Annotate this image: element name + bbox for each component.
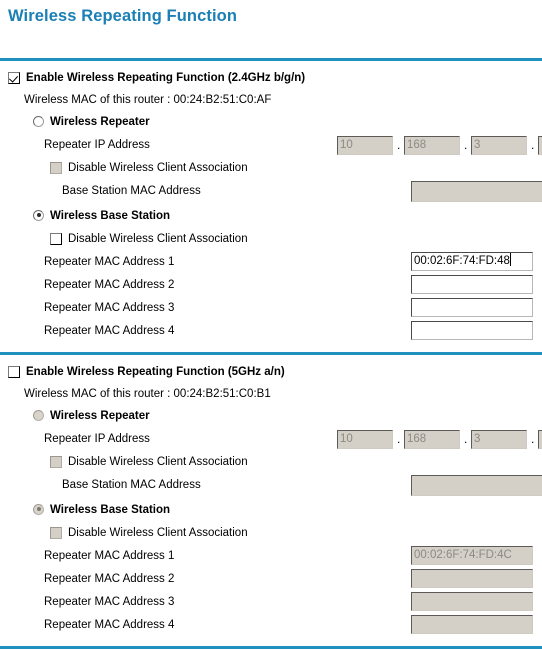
wireless-base-station-label-5ghz: Wireless Base Station <box>50 504 171 516</box>
enable-2-4ghz-checkbox[interactable] <box>8 71 20 84</box>
enable-5ghz-label: Enable Wireless Repeating Function (5GHz… <box>26 366 285 378</box>
base-station-mode-5ghz-row[interactable]: Wireless Base Station <box>0 499 542 522</box>
repeater-mac-3-label-5ghz: Repeater MAC Address 3 <box>44 596 175 608</box>
enable-2-4ghz-label: Enable Wireless Repeating Function (2.4G… <box>26 72 306 84</box>
repeater-mac-1-input-5ghz[interactable]: 00:02:6F:74:FD:4C <box>411 546 533 565</box>
page-title: Wireless Repeating Function <box>8 7 238 25</box>
repeater-mac-1-value-2-4ghz: 00:02:6F:74:FD:48 <box>414 255 510 267</box>
router-mac-5ghz-text: Wireless MAC of this router : 00:24:B2:5… <box>24 388 271 400</box>
repeater-ip-octet-3-2-4ghz[interactable]: 3 <box>471 136 527 155</box>
disable-client-assoc-repeater-checkbox-5ghz[interactable] <box>50 455 62 468</box>
repeater-mac-2-input-2-4ghz[interactable] <box>411 275 533 294</box>
base-station-mac-row-5ghz: Base Station MAC Address <box>0 474 542 497</box>
wireless-repeating-page: Wireless Repeating Function Enable Wirel… <box>0 0 542 649</box>
repeater-mac-4-input-2-4ghz[interactable] <box>411 321 533 340</box>
base-station-mac-input-2-4ghz[interactable] <box>411 181 542 202</box>
router-mac-5ghz-row: Wireless MAC of this router : 00:24:B2:5… <box>0 384 542 405</box>
repeater-mac-2-label-2-4ghz: Repeater MAC Address 2 <box>44 279 175 291</box>
base-station-mode-2-4ghz-row[interactable]: Wireless Base Station <box>0 205 542 228</box>
enable-2-4ghz-row[interactable]: Enable Wireless Repeating Function (2.4G… <box>0 67 542 90</box>
disable-client-assoc-base-row-5ghz[interactable]: Disable Wireless Client Association <box>0 522 542 545</box>
band-5ghz-section: Enable Wireless Repeating Function (5GHz… <box>0 355 542 637</box>
repeater-mac-2-label-5ghz: Repeater MAC Address 2 <box>44 573 175 585</box>
disable-client-assoc-repeater-row-5ghz[interactable]: Disable Wireless Client Association <box>0 451 542 474</box>
repeater-ip-octet-2-5ghz[interactable]: 168 <box>404 430 460 449</box>
repeater-ip-row-5ghz: Repeater IP Address 10 . 168 . 3 . <box>0 428 542 451</box>
repeater-ip-octet-1-2-4ghz[interactable]: 10 <box>337 136 393 155</box>
disable-client-assoc-base-checkbox-2-4ghz[interactable] <box>50 232 62 245</box>
repeater-ip-label-2-4ghz: Repeater IP Address <box>44 139 150 151</box>
text-cursor <box>509 253 511 266</box>
repeater-mac-3-row-2-4ghz: Repeater MAC Address 3 <box>0 297 542 320</box>
wireless-base-station-label-2-4ghz: Wireless Base Station <box>50 210 171 222</box>
repeater-mac-2-row-2-4ghz: Repeater MAC Address 2 <box>0 274 542 297</box>
disable-client-assoc-base-label-2-4ghz: Disable Wireless Client Association <box>68 233 248 245</box>
repeater-ip-octet-4-5ghz[interactable] <box>538 430 542 449</box>
repeater-mode-2-4ghz-row[interactable]: Wireless Repeater <box>0 111 542 134</box>
wireless-base-station-radio-5ghz[interactable] <box>33 503 44 515</box>
disable-client-assoc-base-checkbox-5ghz[interactable] <box>50 526 62 539</box>
wireless-repeater-radio-5ghz[interactable] <box>33 409 44 421</box>
wireless-repeater-label-2-4ghz: Wireless Repeater <box>50 116 150 128</box>
repeater-mac-2-input-5ghz[interactable] <box>411 569 533 588</box>
ip-dot-2-2-4ghz: . <box>464 138 468 152</box>
base-station-mac-label-2-4ghz: Base Station MAC Address <box>62 185 201 197</box>
repeater-mac-3-input-2-4ghz[interactable] <box>411 298 533 317</box>
disable-client-assoc-repeater-checkbox-2-4ghz[interactable] <box>50 161 62 174</box>
repeater-mac-1-row-2-4ghz: Repeater MAC Address 1 00:02:6F:74:FD:48 <box>0 251 542 274</box>
repeater-ip-octet-3-5ghz[interactable]: 3 <box>471 430 527 449</box>
ip-dot-2-5ghz: . <box>464 432 468 446</box>
disable-client-assoc-repeater-label-2-4ghz: Disable Wireless Client Association <box>68 162 248 174</box>
repeater-ip-label-5ghz: Repeater IP Address <box>44 433 150 445</box>
repeater-mac-4-row-2-4ghz: Repeater MAC Address 4 <box>0 320 542 343</box>
repeater-mac-3-label-2-4ghz: Repeater MAC Address 3 <box>44 302 175 314</box>
ip-dot-3-5ghz: . <box>531 432 535 446</box>
wireless-repeater-radio-2-4ghz[interactable] <box>33 115 44 127</box>
enable-5ghz-checkbox[interactable] <box>8 365 20 378</box>
repeater-mac-2-row-5ghz: Repeater MAC Address 2 <box>0 568 542 591</box>
base-station-mac-label-5ghz: Base Station MAC Address <box>62 479 201 491</box>
base-station-mac-row-2-4ghz: Base Station MAC Address <box>0 180 542 203</box>
enable-5ghz-row[interactable]: Enable Wireless Repeating Function (5GHz… <box>0 361 542 384</box>
disable-client-assoc-repeater-label-5ghz: Disable Wireless Client Association <box>68 456 248 468</box>
repeater-mac-3-input-5ghz[interactable] <box>411 592 533 611</box>
repeater-mac-1-row-5ghz: Repeater MAC Address 1 00:02:6F:74:FD:4C <box>0 545 542 568</box>
repeater-mac-1-label-2-4ghz: Repeater MAC Address 1 <box>44 256 175 268</box>
disable-client-assoc-base-row-2-4ghz[interactable]: Disable Wireless Client Association <box>0 228 542 251</box>
repeater-ip-octet-2-2-4ghz[interactable]: 168 <box>404 136 460 155</box>
repeater-mode-5ghz-row[interactable]: Wireless Repeater <box>0 405 542 428</box>
wireless-repeater-label-5ghz: Wireless Repeater <box>50 410 150 422</box>
ip-dot-1-5ghz: . <box>397 432 401 446</box>
repeater-mac-1-label-5ghz: Repeater MAC Address 1 <box>44 550 175 562</box>
router-mac-2-4ghz-row: Wireless MAC of this router : 00:24:B2:5… <box>0 90 542 111</box>
base-station-mac-input-5ghz[interactable] <box>411 475 542 496</box>
ip-dot-1-2-4ghz: . <box>397 138 401 152</box>
repeater-mac-4-row-5ghz: Repeater MAC Address 4 <box>0 614 542 637</box>
repeater-ip-octet-4-2-4ghz[interactable] <box>538 136 542 155</box>
repeater-mac-1-input-2-4ghz[interactable]: 00:02:6F:74:FD:48 <box>411 252 533 271</box>
repeater-mac-3-row-5ghz: Repeater MAC Address 3 <box>0 591 542 614</box>
disable-client-assoc-base-label-5ghz: Disable Wireless Client Association <box>68 527 248 539</box>
wireless-base-station-radio-2-4ghz[interactable] <box>33 209 44 221</box>
repeater-mac-4-input-5ghz[interactable] <box>411 615 533 634</box>
router-mac-2-4ghz-text: Wireless MAC of this router : 00:24:B2:5… <box>24 94 272 106</box>
band-2-4ghz-section: Enable Wireless Repeating Function (2.4G… <box>0 61 542 343</box>
repeater-mac-4-label-2-4ghz: Repeater MAC Address 4 <box>44 325 175 337</box>
repeater-ip-row-2-4ghz: Repeater IP Address 10 . 168 . 3 . <box>0 134 542 157</box>
repeater-ip-octet-1-5ghz[interactable]: 10 <box>337 430 393 449</box>
ip-dot-3-2-4ghz: . <box>531 138 535 152</box>
repeater-mac-4-label-5ghz: Repeater MAC Address 4 <box>44 619 175 631</box>
disable-client-assoc-repeater-row-2-4ghz[interactable]: Disable Wireless Client Association <box>0 157 542 180</box>
